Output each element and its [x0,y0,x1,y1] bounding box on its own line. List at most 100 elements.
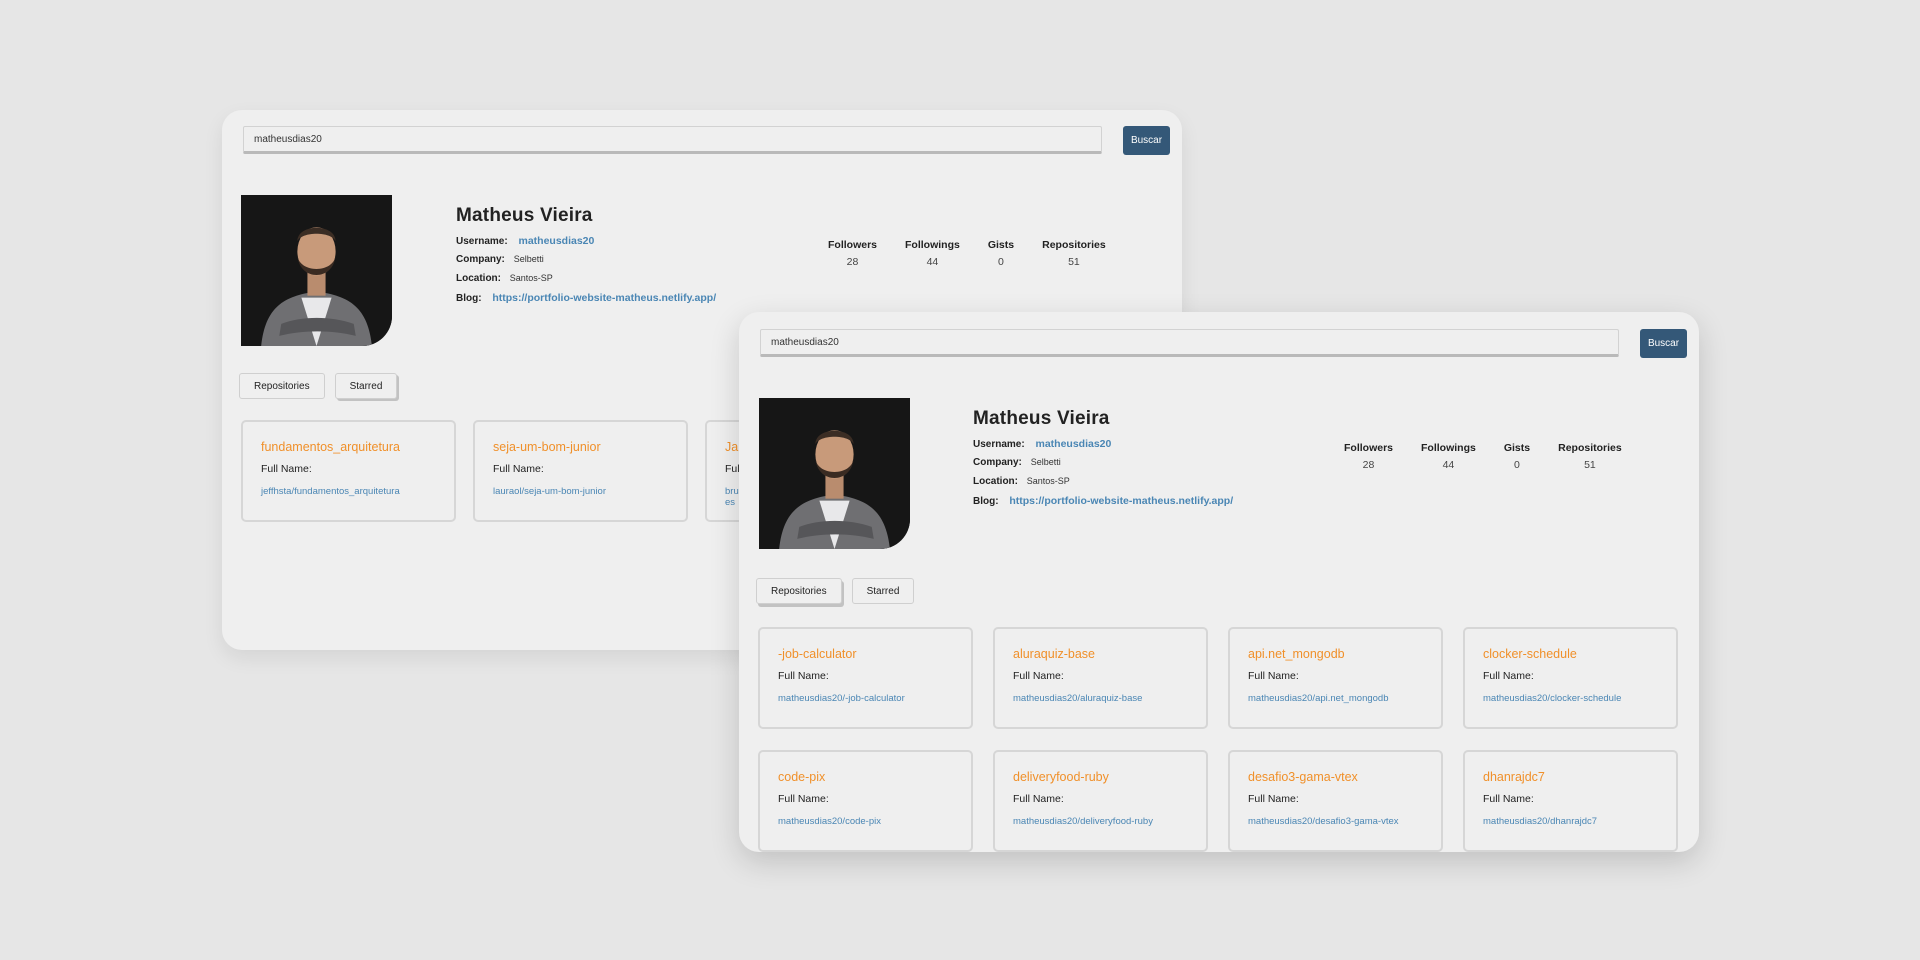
blog-link[interactable]: https://portfolio-website-matheus.netlif… [492,292,716,304]
username-link[interactable]: matheusdias20 [518,235,594,247]
stat-value: 51 [1068,256,1080,268]
username-row: Username: matheusdias20 [456,235,716,254]
stat-label: Repositories [1042,239,1106,251]
stat-followers: Followers 28 [828,239,877,268]
repo-card[interactable]: desafio3-gama-vtex Full Name: matheusdia… [1228,750,1443,852]
repo-name: api.net_mongodb [1248,647,1345,661]
stat-repositories: Repositories 51 [1558,442,1622,471]
repo-name: -job-calculator [778,647,857,661]
stat-value: 0 [1514,459,1520,471]
company-label: Company: [973,457,1022,468]
profile-info: Matheus Vieira Username: matheusdias20 C… [456,205,716,311]
repo-link[interactable]: matheusdias20/deliveryfood-ruby [1013,816,1206,827]
full-name-label: Full Name: [1248,670,1299,682]
stat-label: Followings [1421,442,1476,454]
full-name-label: Full Name: [1013,793,1064,805]
avatar [759,398,910,549]
repo-name: deliveryfood-ruby [1013,770,1109,784]
repo-card[interactable]: api.net_mongodb Full Name: matheusdias20… [1228,627,1443,729]
avatar-photo [241,195,392,346]
location-value: Santos-SP [509,273,553,283]
repo-link[interactable]: matheusdias20/code-pix [778,816,971,827]
full-name-label: Full Name: [778,670,829,682]
profile-name: Matheus Vieira [973,408,1110,429]
full-name-label: Full Name: [1483,793,1534,805]
profile-stats: Followers 28 Followings 44 Gists 0 Repos… [828,239,1106,268]
full-name-label: Full Name: [261,463,312,475]
stat-label: Followers [828,239,878,251]
stat-followings: Followings 44 [905,239,960,268]
location-label: Location: [456,273,501,284]
repo-card[interactable]: deliveryfood-ruby Full Name: matheusdias… [993,750,1208,852]
company-row: Company: Selbetti [973,457,1233,476]
stat-followers: Followers 28 [1344,442,1393,471]
repo-link[interactable]: matheusdias20/aluraquiz-base [1013,693,1206,704]
repo-card[interactable]: code-pix Full Name: matheusdias20/code-p… [758,750,973,852]
tab-starred[interactable]: Starred [851,578,915,604]
location-value: Santos-SP [1026,476,1070,486]
stat-label: Gists [1503,442,1531,454]
search-button[interactable]: Buscar [1640,329,1687,358]
profile-name: Matheus Vieira [456,205,593,226]
blog-row: Blog: https://portfolio-website-matheus.… [973,495,1233,514]
tab-repositories[interactable]: Repositories [756,578,842,604]
repo-link[interactable]: matheusdias20/clocker-schedule [1483,693,1676,704]
blog-link[interactable]: https://portfolio-website-matheus.netlif… [1009,495,1233,507]
tab-repositories[interactable]: Repositories [239,373,325,399]
stat-label: Followers [1344,442,1394,454]
repo-card[interactable]: clocker-schedule Full Name: matheusdias2… [1463,627,1678,729]
repo-card[interactable]: dhanrajdc7 Full Name: matheusdias20/dhan… [1463,750,1678,852]
repo-name: seja-um-bom-junior [493,440,601,454]
company-label: Company: [456,254,505,265]
username-link[interactable]: matheusdias20 [1035,438,1111,450]
repo-name: desafio3-gama-vtex [1248,770,1358,784]
company-value: Selbetti [1030,457,1061,467]
stat-label: Followings [905,239,960,251]
repo-name: aluraquiz-base [1013,647,1095,661]
repo-name: dhanrajdc7 [1483,770,1545,784]
location-row: Location: Santos-SP [973,476,1233,495]
repo-link[interactable]: matheusdias20/dhanrajdc7 [1483,816,1676,827]
search-input[interactable] [760,329,1619,357]
search-button[interactable]: Buscar [1123,126,1170,155]
stat-label: Repositories [1558,442,1622,454]
profile-stats: Followers 28 Followings 44 Gists 0 Repos… [1344,442,1622,471]
username-label: Username: [456,236,508,247]
tabs: Repositories Starred [239,373,407,399]
repo-card[interactable]: fundamentos_arquitetura Full Name: jeffh… [241,420,456,522]
username-label: Username: [973,439,1025,450]
repo-card[interactable]: aluraquiz-base Full Name: matheusdias20/… [993,627,1208,729]
avatar [241,195,392,346]
blog-row: Blog: https://portfolio-website-matheus.… [456,292,716,311]
company-row: Company: Selbetti [456,254,716,273]
stat-value: 28 [1362,459,1375,471]
full-name-label: Full Name: [1483,670,1534,682]
repo-link[interactable]: jeffhsta/fundamentos_arquitetura [261,486,454,497]
profile-info: Matheus Vieira Username: matheusdias20 C… [973,408,1233,514]
repo-card[interactable]: seja-um-bom-junior Full Name: lauraol/se… [473,420,688,522]
repo-link[interactable]: matheusdias20/desafio3-gama-vtex [1248,816,1441,827]
repo-name: code-pix [778,770,826,784]
search-bar: Buscar [760,329,1687,359]
repo-card[interactable]: -job-calculator Full Name: matheusdias20… [758,627,973,729]
search-input[interactable] [243,126,1102,154]
full-name-label: Full Name: [1248,793,1299,805]
stat-repositories: Repositories 51 [1042,239,1106,268]
repo-link[interactable]: lauraol/seja-um-bom-junior [493,486,686,497]
repo-link[interactable]: matheusdias20/api.net_mongodb [1248,693,1441,704]
avatar-photo [759,398,910,549]
company-value: Selbetti [513,254,544,264]
full-name-label: Full Name: [1013,670,1064,682]
full-name-label: Full Name: [778,793,829,805]
stat-gists: Gists 0 [988,239,1014,268]
location-row: Location: Santos-SP [456,273,716,292]
tab-starred[interactable]: Starred [334,373,398,399]
repo-link[interactable]: matheusdias20/-job-calculator [778,693,971,704]
tabs: Repositories Starred [756,578,924,604]
blog-label: Blog: [456,293,482,304]
username-row: Username: matheusdias20 [973,438,1233,457]
repo-name: fundamentos_arquitetura [261,440,400,454]
stat-label: Gists [987,239,1015,251]
stat-value: 28 [846,256,859,268]
stat-followings: Followings 44 [1421,442,1476,471]
